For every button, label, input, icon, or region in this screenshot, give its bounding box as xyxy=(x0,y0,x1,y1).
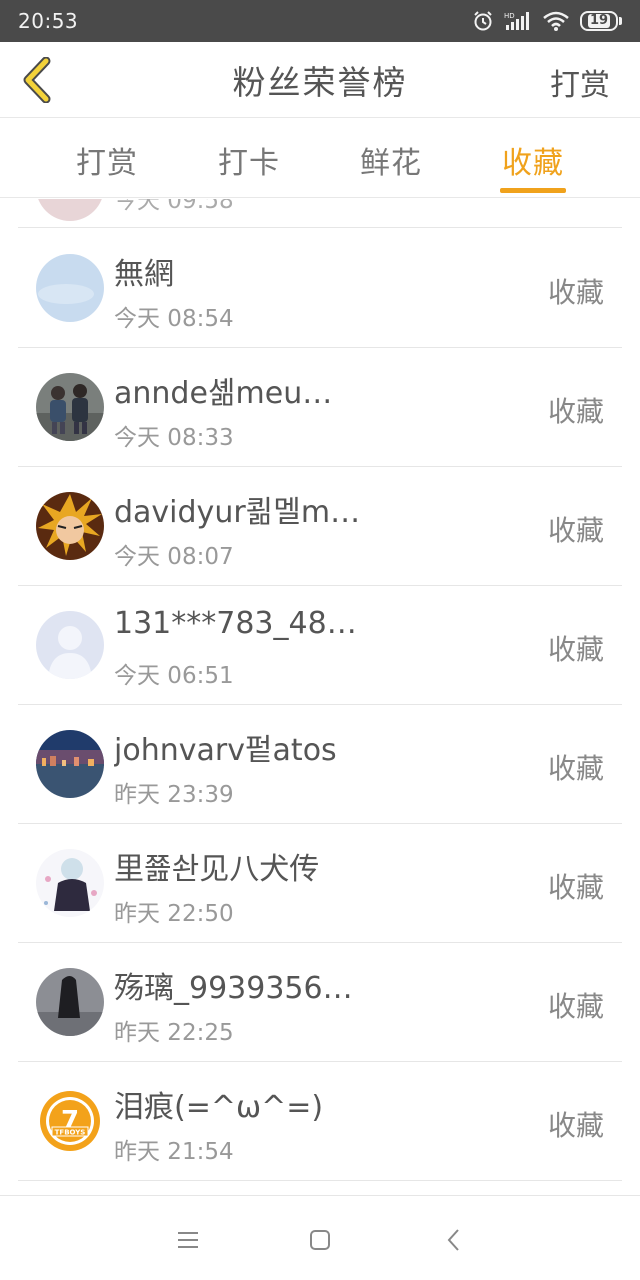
list-item[interactable]: 無網 今天 08:54 收藏 xyxy=(18,229,622,348)
list-item-type: 收藏 xyxy=(547,276,604,309)
list-item-name: johnvarv펕atos xyxy=(114,733,337,768)
chevron-left-icon xyxy=(23,57,51,103)
active-tab-indicator xyxy=(500,188,566,193)
list-item-type: 收藏 xyxy=(547,633,604,666)
list-item[interactable]: 殇璃_9939356… 昨天 22:25 收藏 xyxy=(18,943,622,1062)
tab-favorites[interactable]: 收藏 xyxy=(478,138,588,182)
fan-list[interactable]: 今天 09:58 無網 今天 08:54 收藏 annde셺meu… 今天 08… xyxy=(0,199,640,1195)
list-item-time: 今天 08:54 xyxy=(114,306,234,332)
list-item-type: 收藏 xyxy=(547,395,604,428)
battery-icon: 19 xyxy=(580,10,622,32)
list-item[interactable]: davidyur쾲멜m… 今天 08:07 收藏 xyxy=(18,467,622,586)
list-item-time: 昨天 21:54 xyxy=(114,1139,234,1165)
list-item-name: 里쬺솬见八犬传 xyxy=(114,852,320,887)
list-item-name: davidyur쾲멜m… xyxy=(114,495,361,530)
dark-figure-avatar[interactable] xyxy=(36,968,104,1036)
battery-level: 19 xyxy=(587,13,611,28)
sky-avatar[interactable] xyxy=(36,254,104,322)
list-item[interactable]: johnvarv펕atos 昨天 23:39 收藏 xyxy=(18,705,622,824)
system-nav-bar xyxy=(0,1195,640,1280)
list-item-time: 昨天 23:39 xyxy=(114,782,234,808)
tab-bar: 打赏 打卡 鲜花 收藏 xyxy=(0,118,640,198)
list-item-type: 收藏 xyxy=(547,514,604,547)
list-item-type: 收藏 xyxy=(547,1109,604,1142)
list-item-time: 昨天 22:25 xyxy=(114,1020,234,1046)
list-item-name: 殇璃_9939356… xyxy=(114,971,353,1006)
signal-icon: HD xyxy=(504,10,532,32)
system-back-button[interactable] xyxy=(434,1220,474,1260)
list-item-type: 收藏 xyxy=(547,990,604,1023)
list-item-time: 今天 06:51 xyxy=(114,663,234,689)
list-item-time: 今天 08:07 xyxy=(114,544,234,570)
menu-icon xyxy=(178,1232,198,1248)
alarm-icon xyxy=(472,10,494,32)
list-item-partial[interactable]: 今天 09:58 xyxy=(18,199,622,228)
list-item-time: 今天 08:33 xyxy=(114,425,234,451)
tab-flowers[interactable]: 鲜花 xyxy=(336,138,446,182)
list-item[interactable]: 里쬺솬见八犬传 昨天 22:50 收藏 xyxy=(18,824,622,943)
list-item[interactable]: annde셺meu… 今天 08:33 收藏 xyxy=(18,348,622,467)
tab-reward[interactable]: 打赏 xyxy=(52,138,162,182)
menu-button[interactable] xyxy=(168,1220,208,1260)
avatar xyxy=(36,199,104,221)
page-title: 粉丝荣誉榜 xyxy=(232,62,408,102)
list-item-name: 泪痕(=^ω^=) xyxy=(114,1090,324,1125)
list-item-time: 昨天 22:50 xyxy=(114,901,234,927)
anime-character-avatar[interactable] xyxy=(36,492,104,560)
list-item[interactable]: 7 TFBOYS 泪痕(=^ω^=) 昨天 21:54 收藏 xyxy=(18,1062,622,1181)
tfboys-logo-avatar[interactable]: 7 TFBOYS xyxy=(36,1087,104,1155)
tab-checkin[interactable]: 打卡 xyxy=(194,138,304,182)
children-photo-avatar[interactable] xyxy=(36,373,104,441)
list-item-type: 收藏 xyxy=(547,752,604,785)
default-person-avatar[interactable] xyxy=(36,611,104,679)
list-item-name: 無網 xyxy=(114,257,174,292)
status-time: 20:53 xyxy=(18,9,79,33)
status-bar: 20:53 HD 19 xyxy=(0,0,640,42)
wifi-icon xyxy=(542,10,570,32)
list-item-type: 收藏 xyxy=(547,871,604,904)
list-item-name: annde셺meu… xyxy=(114,376,333,411)
logo-text: TFBOYS xyxy=(55,1129,86,1137)
app-header: 粉丝荣誉榜 打赏 xyxy=(0,42,640,118)
list-item[interactable]: 131***783_48… 今天 06:51 收藏 xyxy=(18,586,622,705)
back-button[interactable] xyxy=(12,54,64,106)
home-button[interactable] xyxy=(300,1220,340,1260)
reward-button[interactable]: 打赏 xyxy=(550,60,610,104)
status-icons: HD 19 xyxy=(472,10,622,32)
city-night-avatar[interactable] xyxy=(36,730,104,798)
hd-label: HD xyxy=(504,12,515,20)
chevron-left-icon xyxy=(447,1229,459,1251)
list-item-time: 今天 09:58 xyxy=(114,199,234,214)
list-item-name: 131***783_48… xyxy=(114,606,357,641)
square-home-icon xyxy=(310,1230,330,1250)
anime-girl-avatar[interactable] xyxy=(36,849,104,917)
